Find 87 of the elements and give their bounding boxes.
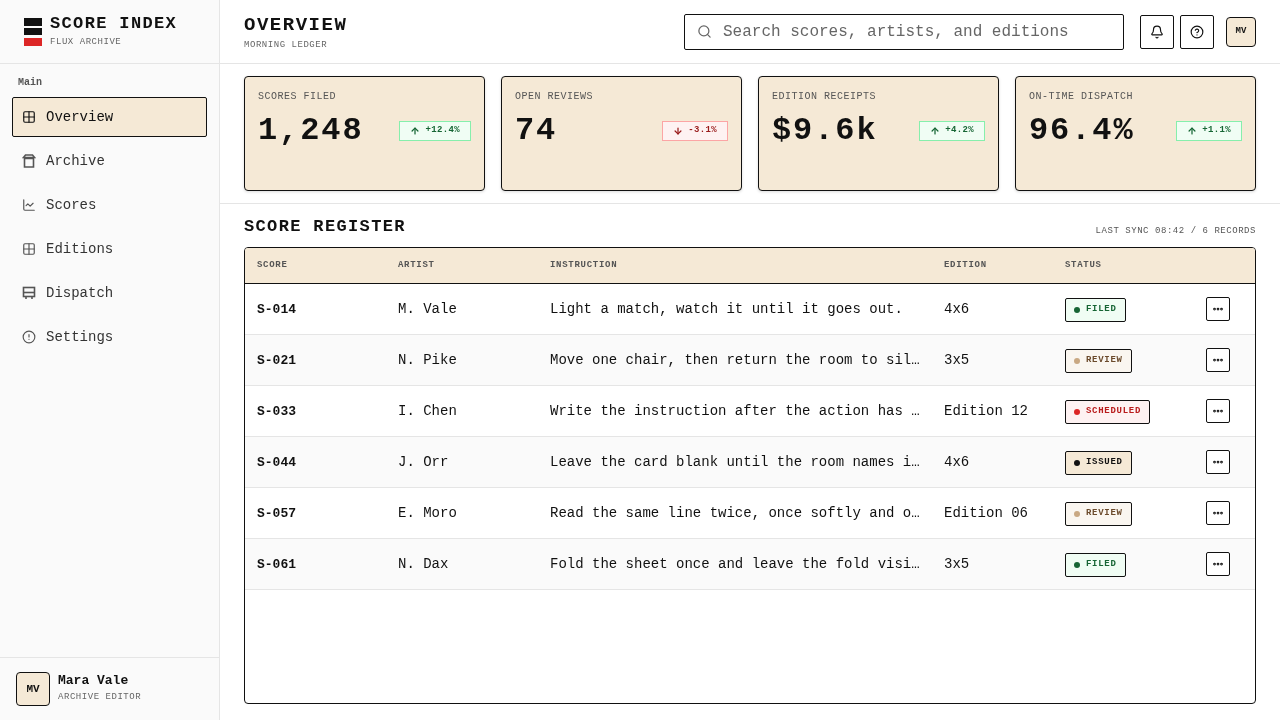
- artist-name: N. Pike: [398, 352, 457, 368]
- help-button[interactable]: [1180, 14, 1214, 49]
- page-title: OVERVIEW: [244, 12, 348, 37]
- row-actions-button[interactable]: [1206, 450, 1230, 474]
- notifications-button[interactable]: [1140, 14, 1174, 49]
- row-actions-button[interactable]: [1206, 399, 1230, 423]
- row-actions-button[interactable]: [1206, 501, 1230, 525]
- column-header: INSTRUCTION: [549, 258, 619, 272]
- user-role: ARCHIVE EDITOR: [58, 691, 142, 704]
- nav-item[interactable]: Dispatch: [12, 273, 207, 313]
- artist-name: E. Moro: [398, 505, 457, 521]
- stat-value: 96.4%: [1029, 111, 1135, 151]
- stat-value: 1,248: [258, 111, 364, 151]
- search-field[interactable]: Search scores, artists, and editions: [684, 13, 1124, 50]
- column-header: STATUS: [1064, 258, 1103, 272]
- arrow-up-icon: [930, 126, 941, 136]
- stat-delta: +4.2%: [919, 121, 985, 141]
- stat-value: 74: [515, 111, 558, 151]
- line-chart-icon: [22, 198, 36, 212]
- search-icon: [697, 23, 712, 39]
- edition-text: 4x6: [944, 454, 970, 470]
- logo-icon: [24, 17, 42, 46]
- nav-item[interactable]: Settings: [12, 317, 207, 357]
- grid-icon: [22, 110, 36, 124]
- instruction-text: Read the same line twice, once softly and o…: [550, 505, 920, 521]
- arrow-up-icon: [1187, 126, 1198, 136]
- artist-name: I. Chen: [398, 403, 457, 419]
- bell-icon: [1150, 24, 1164, 39]
- instruction-text: Leave the card blank until the room names i…: [550, 454, 920, 470]
- artist-name: M. Vale: [398, 301, 457, 317]
- score-id: S-021: [257, 353, 296, 368]
- edition-text: Edition 12: [944, 403, 1028, 419]
- status-badge: REVIEW: [1065, 501, 1132, 526]
- status-badge: FILED: [1065, 552, 1126, 577]
- instruction-text: Write the instruction after the action has …: [550, 403, 920, 419]
- register-title: SCORE REGISTER: [244, 217, 406, 237]
- stat-label: SCORES FILED: [258, 90, 337, 104]
- status-badge: FILED: [1065, 297, 1126, 322]
- user-name: Mara Vale: [58, 673, 130, 689]
- arrow-up-icon: [410, 126, 421, 136]
- stat-label: ON-TIME DISPATCH: [1029, 90, 1134, 104]
- instruction-text: Light a match, watch it until it goes out.: [550, 301, 903, 317]
- artist-name: N. Dax: [398, 556, 449, 572]
- column-header: ARTIST: [397, 258, 436, 272]
- stat-label: OPEN REVIEWS: [515, 90, 594, 104]
- score-id: S-044: [257, 455, 296, 470]
- status-badge: ISSUED: [1065, 450, 1132, 475]
- edition-text: Edition 06: [944, 505, 1028, 521]
- nav-item[interactable]: Editions: [12, 229, 207, 269]
- user-avatar: MV: [16, 672, 50, 706]
- row-actions-button[interactable]: [1206, 348, 1230, 372]
- status-badge: SCHEDULED: [1065, 399, 1151, 424]
- page-subtitle: MORNING LEDGER: [244, 38, 329, 51]
- edition-text: 3x5: [944, 556, 970, 572]
- edition-text: 3x5: [944, 352, 970, 368]
- instruction-text: Move one chair, then return the room to sil…: [550, 352, 920, 368]
- stat-value: $9.6k: [772, 111, 878, 151]
- help-icon: [1190, 24, 1204, 39]
- stat-delta: -3.1%: [662, 121, 728, 141]
- grid-icon: [22, 242, 36, 256]
- register-meta: LAST SYNC 08:42 / 6 RECORDS: [1095, 225, 1256, 237]
- row-actions-button[interactable]: [1206, 552, 1230, 576]
- score-id: S-061: [257, 557, 296, 572]
- brand-subtitle: FLUX ARCHIVE: [50, 35, 123, 49]
- edition-text: 4x6: [944, 301, 970, 317]
- nav-item[interactable]: Archive: [12, 141, 207, 181]
- bin-icon: [22, 154, 36, 168]
- score-id: S-033: [257, 404, 296, 419]
- column-header: EDITION: [943, 258, 988, 272]
- nav-section-label: Main: [17, 76, 43, 90]
- tray-icon: [22, 286, 36, 300]
- row-actions-button[interactable]: [1206, 297, 1230, 321]
- stat-delta: +1.1%: [1176, 121, 1242, 141]
- instruction-text: Fold the sheet once and leave the fold visi…: [550, 556, 920, 572]
- nav-item[interactable]: Scores: [12, 185, 207, 225]
- score-id: S-014: [257, 302, 296, 317]
- artist-name: J. Orr: [398, 454, 449, 470]
- stat-delta: +12.4%: [399, 121, 471, 141]
- arrow-down-icon: [673, 126, 684, 136]
- alert-circle-icon: [22, 330, 36, 344]
- column-header: SCORE: [256, 258, 289, 272]
- score-id: S-057: [257, 506, 296, 521]
- avatar-button[interactable]: MV: [1226, 16, 1256, 47]
- nav-item[interactable]: Overview: [12, 97, 207, 137]
- status-badge: REVIEW: [1065, 348, 1132, 373]
- stat-label: EDITION RECEIPTS: [772, 90, 877, 104]
- brand-title: SCORE INDEX: [50, 13, 178, 34]
